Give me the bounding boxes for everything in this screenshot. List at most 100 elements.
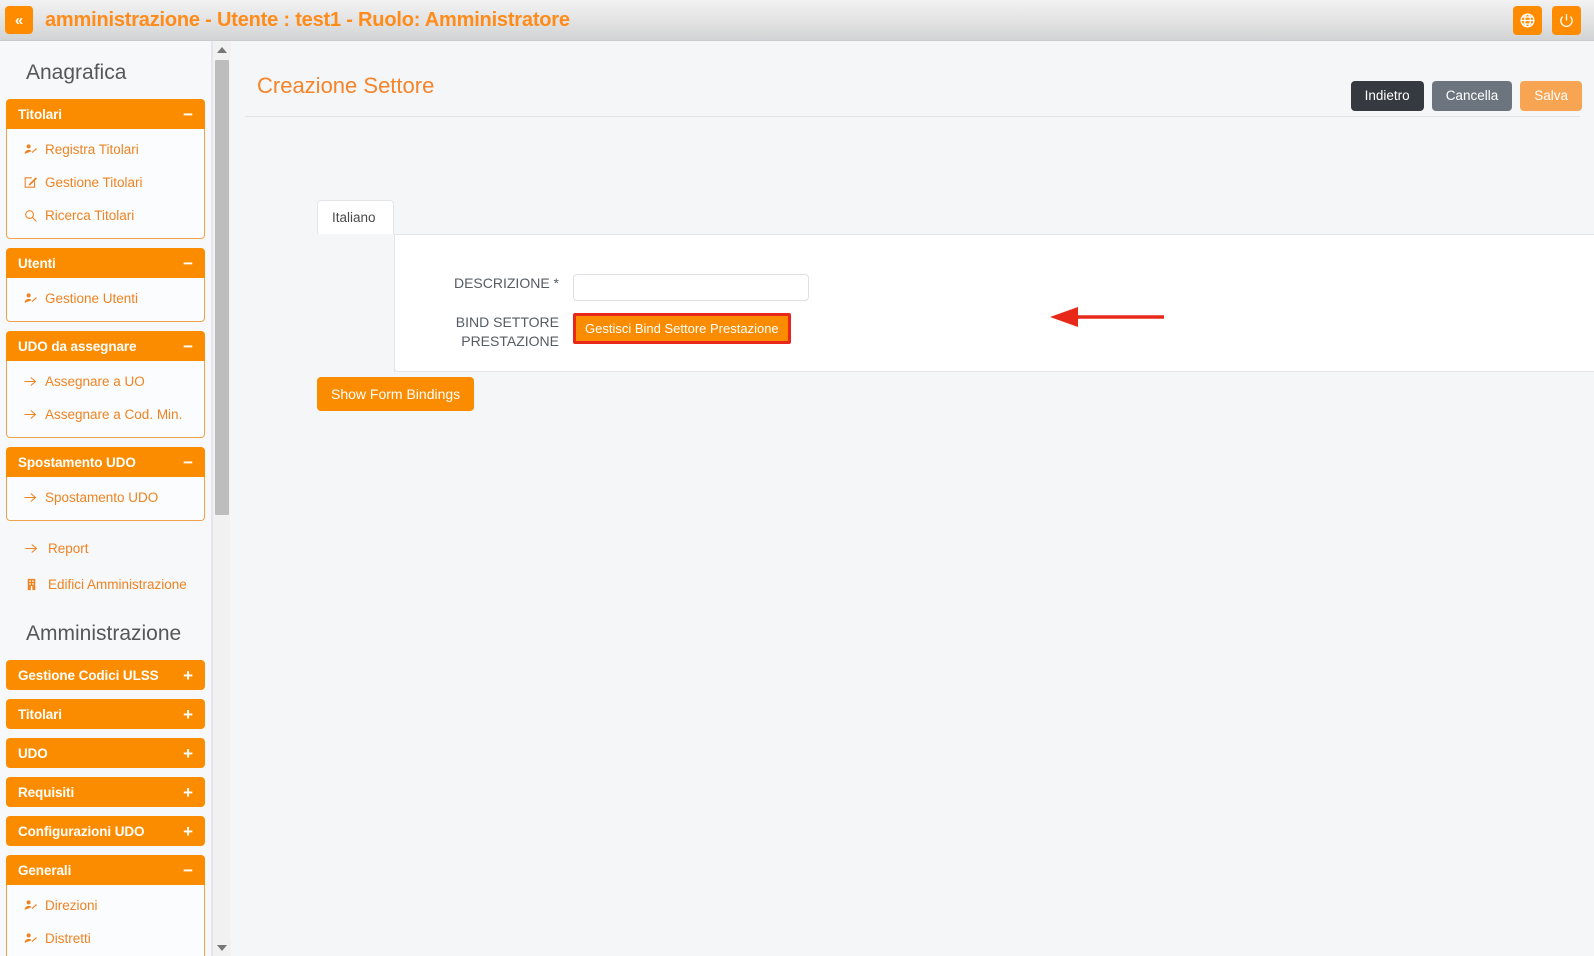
top-bar-actions: [1513, 6, 1581, 35]
sidebar-group-header[interactable]: Utenti −: [6, 248, 205, 278]
sidebar-group-label: Generali: [18, 863, 71, 878]
top-bar: « amministrazione - Utente : test1 - Ruo…: [0, 0, 1594, 41]
user-edit-icon: [23, 142, 45, 157]
sidebar-item-registra-titolari[interactable]: Registra Titolari: [7, 133, 204, 166]
sidebar-collapse-button[interactable]: «: [5, 6, 33, 34]
save-button[interactable]: Salva: [1520, 81, 1582, 111]
sidebar-item-spostamento-udo[interactable]: Spostamento UDO: [7, 481, 204, 514]
sidebar-group-titolari: Titolari− Registra Titolari Gestione Titol…: [6, 99, 205, 239]
descrizione-input[interactable]: [573, 274, 809, 301]
collapse-icon: −: [183, 106, 193, 123]
sidebar-group-label: UDO da assegnare: [18, 339, 136, 354]
sidebar-item-label: Direzioni: [45, 898, 98, 913]
arrow-right-icon: [24, 541, 48, 556]
arrow-right-icon: [23, 490, 38, 505]
language-button[interactable]: [1513, 6, 1542, 35]
sidebar-group-header[interactable]: Spostamento UDO−: [6, 447, 205, 477]
tab-panel-italiano: DESCRIZIONE * BIND SETTORE PRESTAZIONE G…: [394, 234, 1594, 372]
chevron-double-left-icon: «: [15, 12, 23, 29]
user-edit-icon: [23, 931, 38, 946]
building-icon: [24, 577, 48, 592]
sidebar: Anagrafica Titolari−Registra TitolariGes…: [0, 41, 212, 956]
sidebar-link-report[interactable]: Report: [6, 530, 205, 566]
sidebar-group-header[interactable]: Requisiti+: [6, 777, 205, 807]
sidebar-item-label: Gestione Utenti: [45, 291, 138, 306]
logout-button[interactable]: [1552, 6, 1581, 35]
back-button[interactable]: Indietro: [1351, 81, 1424, 111]
sidebar-item-direzioni[interactable]: Direzioni: [7, 889, 204, 922]
sidebar-link-edifici-amministrazione[interactable]: Edifici Amministrazione: [6, 566, 205, 602]
sidebar-item-label: Distretti: [45, 931, 91, 946]
sidebar-item-label: Assegnare a UO: [45, 374, 145, 389]
sidebar-group-configurazioni-udo: Configurazioni UDO+: [6, 816, 205, 846]
building-icon: [24, 577, 39, 592]
sidebar-item-label: Assegnare a Cod. Min.: [45, 407, 182, 422]
sidebar-group-header[interactable]: Generali −: [6, 855, 205, 885]
sidebar-item-distretti[interactable]: Distretti: [7, 922, 204, 955]
sidebar-group-spostamento-udo: Spostamento UDO− Spostamento UDO: [6, 447, 205, 521]
arrow-right-icon: [23, 374, 45, 389]
sidebar-group-label: Gestione Codici ULSS: [18, 668, 159, 683]
cancel-button[interactable]: Cancella: [1432, 81, 1513, 111]
sidebar-group-utenti: Utenti − Gestione Utenti: [6, 248, 205, 322]
sidebar-group-udo: UDO +: [6, 738, 205, 768]
sidebar-group-header[interactable]: UDO +: [6, 738, 205, 768]
expand-icon: +: [183, 745, 193, 762]
tab-italiano-label: Italiano: [332, 210, 376, 225]
sidebar-group-header[interactable]: Titolari +: [6, 699, 205, 729]
show-form-bindings-button[interactable]: Show Form Bindings: [317, 377, 474, 411]
collapse-icon: −: [183, 338, 193, 355]
gestisci-bind-settore-prestazione-button[interactable]: Gestisci Bind Settore Prestazione: [573, 313, 791, 344]
sidebar-group-gestione-codici-ulss: Gestione Codici ULSS+: [6, 660, 205, 690]
sidebar-group-titolari: Titolari +: [6, 699, 205, 729]
sidebar-link-label: Edifici Amministrazione: [48, 577, 187, 592]
scroll-up-arrow[interactable]: [213, 41, 231, 58]
sidebar-item-gestione-titolari[interactable]: Gestione Titolari: [7, 166, 204, 199]
user-edit-icon: [23, 142, 38, 157]
sidebar-group-label: Utenti: [18, 256, 56, 271]
user-edit-icon: [23, 898, 45, 913]
sidebar-group-label: Titolari: [18, 707, 62, 722]
sidebar-group-label: Configurazioni UDO: [18, 824, 144, 839]
tab-italiano[interactable]: Italiano: [317, 200, 394, 234]
scrollbar-thumb[interactable]: [215, 60, 229, 515]
arrow-right-icon: [24, 541, 39, 556]
scroll-down-arrow[interactable]: [213, 939, 231, 956]
globe-icon: [1519, 12, 1536, 29]
sidebar-item-assegnare-a-uo[interactable]: Assegnare a UO: [7, 365, 204, 398]
search-icon: [23, 208, 38, 223]
collapse-icon: −: [183, 862, 193, 879]
sidebar-link-label: Report: [48, 541, 89, 556]
collapse-icon: −: [183, 255, 193, 272]
sidebar-group-body: Assegnare a UO Assegnare a Cod. Min.: [6, 361, 205, 438]
app-title: amministrazione - Utente : test1 - Ruolo…: [45, 9, 570, 32]
sidebar-group-body: Gestione Utenti: [6, 278, 205, 322]
user-edit-icon: [23, 898, 38, 913]
form-container: Italiano DESCRIZIONE * BIND SETTORE PRES…: [317, 200, 1517, 234]
expand-icon: +: [183, 706, 193, 723]
sidebar-scrollbar[interactable]: [212, 41, 230, 956]
sidebar-group-label: UDO: [18, 746, 48, 761]
sidebar-group-requisiti: Requisiti+: [6, 777, 205, 807]
sidebar-item-ricerca-titolari[interactable]: Ricerca Titolari: [7, 199, 204, 232]
field-row-descrizione: DESCRIZIONE *: [393, 274, 809, 301]
sidebar-group-body: Registra Titolari Gestione Titolari Ricerc…: [6, 129, 205, 239]
arrow-right-icon: [23, 407, 38, 422]
bind-label-line-1: BIND SETTORE: [393, 313, 559, 332]
sidebar-group-header[interactable]: Titolari−: [6, 99, 205, 129]
page-title: Creazione Settore: [245, 73, 434, 99]
sidebar-group-body: Spostamento UDO: [6, 477, 205, 521]
sidebar-group-header[interactable]: UDO da assegnare −: [6, 331, 205, 361]
arrow-right-icon: [23, 407, 45, 422]
sidebar-item-assegnare-a-cod-min-[interactable]: Assegnare a Cod. Min.: [7, 398, 204, 431]
sidebar-section-title-amministrazione: Amministrazione: [6, 602, 205, 660]
user-edit-icon: [23, 291, 45, 306]
sidebar-item-gestione-utenti[interactable]: Gestione Utenti: [7, 282, 204, 315]
sidebar-group-body: Direzioni Distretti: [6, 885, 205, 956]
user-edit-icon: [23, 931, 45, 946]
sidebar-section-title-anagrafica: Anagrafica: [6, 41, 205, 99]
sidebar-item-label: Gestione Titolari: [45, 175, 143, 190]
sidebar-group-header[interactable]: Gestione Codici ULSS+: [6, 660, 205, 690]
arrow-right-icon: [23, 490, 45, 505]
sidebar-group-header[interactable]: Configurazioni UDO+: [6, 816, 205, 846]
